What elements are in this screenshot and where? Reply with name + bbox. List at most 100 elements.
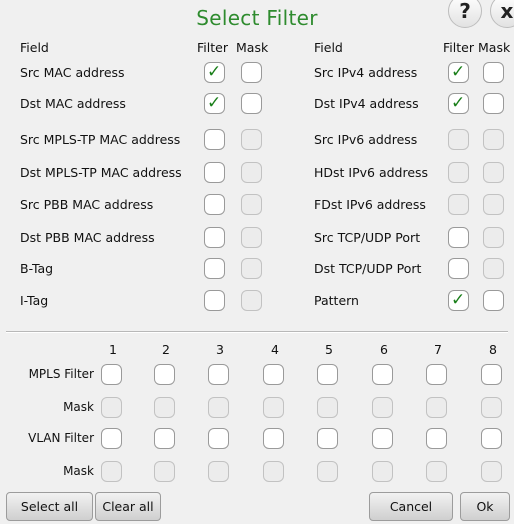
select-all-button[interactable]: Select all xyxy=(6,492,93,521)
filter-checkbox-left-6[interactable] xyxy=(204,258,225,279)
grid-column-number-1: 1 xyxy=(109,342,117,357)
mask-checkbox-left-6[interactable] xyxy=(241,258,262,279)
grid-checkbox-r0-c5[interactable] xyxy=(317,364,338,385)
check-icon: ✓ xyxy=(451,290,466,310)
filter-checkbox-left-1[interactable]: ✓ xyxy=(204,93,225,114)
grid-checkbox-r1-c2[interactable] xyxy=(154,397,175,418)
grid-row-label-3: Mask xyxy=(63,464,94,478)
grid-checkbox-r2-c1[interactable] xyxy=(101,428,122,449)
field-label-right-3: HDst IPv6 address xyxy=(314,165,429,180)
grid-checkbox-r3-c3[interactable] xyxy=(208,461,229,482)
field-label-right-5: Src TCP/UDP Port xyxy=(314,230,421,245)
grid-checkbox-r1-c8[interactable] xyxy=(481,397,502,418)
mask-checkbox-right-1[interactable] xyxy=(483,93,504,114)
grid-checkbox-r2-c4[interactable] xyxy=(263,428,284,449)
grid-checkbox-r1-c4[interactable] xyxy=(263,397,284,418)
grid-checkbox-r1-c1[interactable] xyxy=(101,397,122,418)
mask-checkbox-left-4[interactable] xyxy=(241,194,262,215)
mask-checkbox-left-7[interactable] xyxy=(241,290,262,311)
field-label-right-6: Dst TCP/UDP Port xyxy=(314,261,422,276)
field-label-left-5: Dst PBB MAC address xyxy=(20,230,155,245)
mask-checkbox-left-5[interactable] xyxy=(241,227,262,248)
section-divider xyxy=(6,331,508,333)
mask-checkbox-right-7[interactable] xyxy=(483,290,504,311)
grid-checkbox-r0-c3[interactable] xyxy=(208,364,229,385)
filter-column-header-left: Filter xyxy=(197,40,228,55)
filter-checkbox-left-3[interactable] xyxy=(204,162,225,183)
field-column-header-left: Field xyxy=(20,40,49,55)
field-label-left-2: Src MPLS-TP MAC address xyxy=(20,132,181,147)
field-label-left-1: Dst MAC address xyxy=(20,96,126,111)
mask-checkbox-right-5[interactable] xyxy=(483,227,504,248)
filter-checkbox-left-2[interactable] xyxy=(204,129,225,150)
mask-column-header-left: Mask xyxy=(236,40,269,55)
grid-checkbox-r2-c8[interactable] xyxy=(481,428,502,449)
grid-checkbox-r3-c8[interactable] xyxy=(481,461,502,482)
filter-checkbox-right-5[interactable] xyxy=(448,227,469,248)
grid-checkbox-r3-c2[interactable] xyxy=(154,461,175,482)
grid-checkbox-r3-c4[interactable] xyxy=(263,461,284,482)
filter-checkbox-right-0[interactable]: ✓ xyxy=(448,62,469,83)
filter-checkbox-left-4[interactable] xyxy=(204,194,225,215)
grid-checkbox-r2-c6[interactable] xyxy=(372,428,393,449)
grid-checkbox-r2-c2[interactable] xyxy=(154,428,175,449)
mask-checkbox-left-1[interactable] xyxy=(241,93,262,114)
filter-checkbox-right-7[interactable]: ✓ xyxy=(448,290,469,311)
filter-checkbox-left-7[interactable] xyxy=(204,290,225,311)
check-icon: ✓ xyxy=(207,93,222,113)
mask-checkbox-right-2[interactable] xyxy=(483,129,504,150)
grid-checkbox-r3-c5[interactable] xyxy=(317,461,338,482)
dialog-title: Select Filter xyxy=(196,6,318,30)
field-label-left-0: Src MAC address xyxy=(20,65,125,80)
grid-column-number-3: 3 xyxy=(216,342,224,357)
field-column-header-right: Field xyxy=(314,40,343,55)
grid-checkbox-r0-c1[interactable] xyxy=(101,364,122,385)
field-label-left-7: I-Tag xyxy=(20,293,49,308)
mask-checkbox-left-0[interactable] xyxy=(241,62,262,83)
grid-checkbox-r2-c5[interactable] xyxy=(317,428,338,449)
grid-checkbox-r1-c7[interactable] xyxy=(426,397,447,418)
filter-checkbox-right-3[interactable] xyxy=(448,162,469,183)
grid-checkbox-r1-c3[interactable] xyxy=(208,397,229,418)
mask-checkbox-left-3[interactable] xyxy=(241,162,262,183)
grid-checkbox-r1-c5[interactable] xyxy=(317,397,338,418)
grid-row-label-1: Mask xyxy=(63,400,94,414)
mask-checkbox-right-3[interactable] xyxy=(483,162,504,183)
filter-checkbox-left-5[interactable] xyxy=(204,227,225,248)
grid-checkbox-r0-c2[interactable] xyxy=(154,364,175,385)
grid-checkbox-r0-c4[interactable] xyxy=(263,364,284,385)
grid-checkbox-r3-c6[interactable] xyxy=(372,461,393,482)
mask-checkbox-right-6[interactable] xyxy=(483,258,504,279)
grid-checkbox-r2-c3[interactable] xyxy=(208,428,229,449)
ok-button[interactable]: Ok xyxy=(460,492,510,521)
grid-checkbox-r3-c1[interactable] xyxy=(101,461,122,482)
grid-checkbox-r0-c7[interactable] xyxy=(426,364,447,385)
mask-checkbox-right-4[interactable] xyxy=(483,194,504,215)
cancel-button[interactable]: Cancel xyxy=(369,492,453,521)
filter-checkbox-right-2[interactable] xyxy=(448,129,469,150)
grid-column-number-5: 5 xyxy=(325,342,333,357)
mask-column-header-right: Mask xyxy=(478,40,511,55)
field-label-left-3: Dst MPLS-TP MAC address xyxy=(20,165,182,180)
grid-row-label-0: MPLS Filter xyxy=(28,367,94,381)
grid-checkbox-r3-c7[interactable] xyxy=(426,461,447,482)
grid-column-number-8: 8 xyxy=(489,342,497,357)
field-label-right-0: Src IPv4 address xyxy=(314,65,418,80)
field-label-right-1: Dst IPv4 address xyxy=(314,96,419,111)
filter-checkbox-right-6[interactable] xyxy=(448,258,469,279)
grid-checkbox-r2-c7[interactable] xyxy=(426,428,447,449)
grid-checkbox-r0-c6[interactable] xyxy=(372,364,393,385)
filter-column-header-right: Filter xyxy=(443,40,474,55)
grid-column-number-2: 2 xyxy=(162,342,170,357)
mask-checkbox-right-0[interactable] xyxy=(483,62,504,83)
grid-checkbox-r1-c6[interactable] xyxy=(372,397,393,418)
filter-checkbox-right-1[interactable]: ✓ xyxy=(448,93,469,114)
filter-checkbox-right-4[interactable] xyxy=(448,194,469,215)
grid-row-label-2: VLAN Filter xyxy=(28,431,94,445)
check-icon: ✓ xyxy=(207,62,222,82)
mask-checkbox-left-2[interactable] xyxy=(241,129,262,150)
filter-checkbox-left-0[interactable]: ✓ xyxy=(204,62,225,83)
grid-checkbox-r0-c8[interactable] xyxy=(481,364,502,385)
clear-all-button[interactable]: Clear all xyxy=(95,492,161,521)
grid-column-number-4: 4 xyxy=(271,342,279,357)
